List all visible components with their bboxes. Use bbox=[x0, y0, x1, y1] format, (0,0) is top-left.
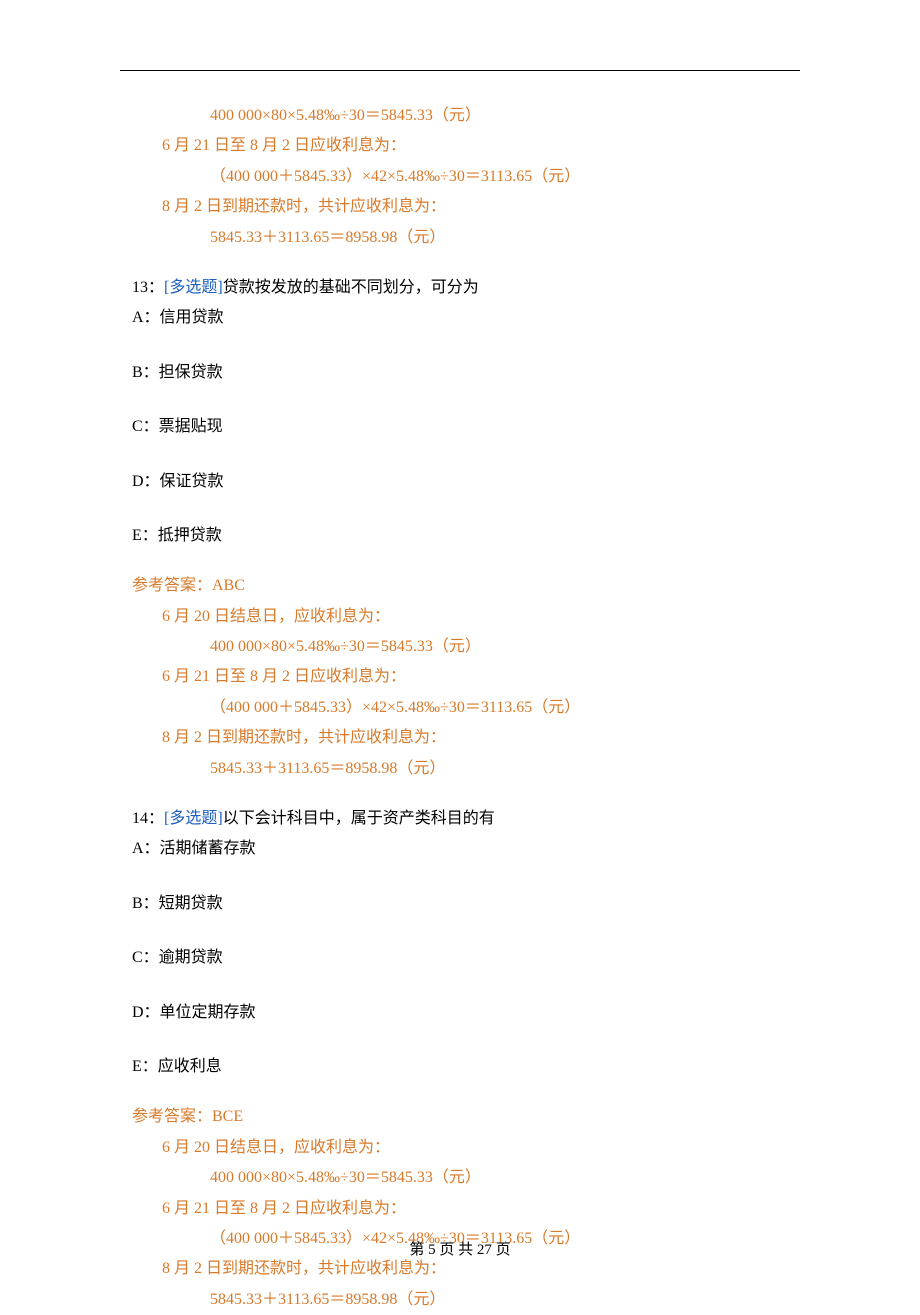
option-d: D：保证贷款 bbox=[132, 467, 800, 497]
calc-line: 400 000×80×5.48‰÷30＝5845.33（元） bbox=[210, 101, 800, 131]
option-a: A：信用贷款 bbox=[132, 303, 800, 333]
calc-line: 400 000×80×5.48‰÷30＝5845.33（元） bbox=[210, 632, 800, 662]
calc-line: 400 000×80×5.48‰÷30＝5845.33（元） bbox=[210, 1163, 800, 1193]
calc-line: 6 月 21 日至 8 月 2 日应收利息为： bbox=[162, 662, 800, 692]
calc-line: 8 月 2 日到期还款时，共计应收利息为： bbox=[162, 192, 800, 222]
question-tag: [多选题] bbox=[164, 810, 223, 827]
calc-line: 6 月 20 日结息日，应收利息为： bbox=[162, 1133, 800, 1163]
question-13: 13：[多选题]贷款按发放的基础不同划分，可分为 A：信用贷款 B：担保贷款 C… bbox=[132, 273, 800, 551]
page: 400 000×80×5.48‰÷30＝5845.33（元） 6 月 21 日至… bbox=[0, 0, 920, 1302]
calc-line: 5845.33＋3113.65＝8958.98（元） bbox=[210, 223, 800, 253]
calc-line: （400 000＋5845.33）×42×5.48‰÷30＝3113.65（元） bbox=[210, 693, 800, 723]
option-a: A：活期储蓄存款 bbox=[132, 834, 800, 864]
question-stem: 13：[多选题]贷款按发放的基础不同划分，可分为 bbox=[132, 273, 800, 303]
page-footer: 第 5 页 共 27 页 bbox=[0, 1236, 920, 1265]
question-tag: [多选题] bbox=[164, 279, 223, 296]
question-stem: 14：[多选题]以下会计科目中，属于资产类科目的有 bbox=[132, 804, 800, 834]
calc-line: 6 月 21 日至 8 月 2 日应收利息为： bbox=[162, 131, 800, 161]
option-d: D：单位定期存款 bbox=[132, 998, 800, 1028]
calc-line: （400 000＋5845.33）×42×5.48‰÷30＝3113.65（元） bbox=[210, 162, 800, 192]
question-14: 14：[多选题]以下会计科目中，属于资产类科目的有 A：活期储蓄存款 B：短期贷… bbox=[132, 804, 800, 1082]
option-b: B：担保贷款 bbox=[132, 358, 800, 388]
horizontal-rule bbox=[120, 70, 800, 71]
question-number: 14： bbox=[132, 810, 164, 827]
option-b: B：短期贷款 bbox=[132, 889, 800, 919]
calc-line: 5845.33＋3113.65＝8958.98（元） bbox=[210, 754, 800, 784]
option-c: C：逾期贷款 bbox=[132, 943, 800, 973]
calc-line: 8 月 2 日到期还款时，共计应收利息为： bbox=[162, 723, 800, 753]
question-number: 13： bbox=[132, 279, 164, 296]
option-e: E：应收利息 bbox=[132, 1052, 800, 1082]
answer-block-13: 参考答案：ABC 6 月 20 日结息日，应收利息为： 400 000×80×5… bbox=[132, 571, 800, 784]
calc-line: 5845.33＋3113.65＝8958.98（元） bbox=[210, 1285, 800, 1315]
content-area: 400 000×80×5.48‰÷30＝5845.33（元） 6 月 21 日至… bbox=[132, 101, 800, 1315]
question-text: 贷款按发放的基础不同划分，可分为 bbox=[223, 279, 479, 296]
option-e: E：抵押贷款 bbox=[132, 521, 800, 551]
calc-line: 6 月 20 日结息日，应收利息为： bbox=[162, 602, 800, 632]
answer-text: 参考答案：BCE bbox=[132, 1102, 800, 1132]
option-c: C：票据贴现 bbox=[132, 412, 800, 442]
question-text: 以下会计科目中，属于资产类科目的有 bbox=[223, 810, 495, 827]
calc-block-top: 400 000×80×5.48‰÷30＝5845.33（元） 6 月 21 日至… bbox=[132, 101, 800, 253]
calc-line: 6 月 21 日至 8 月 2 日应收利息为： bbox=[162, 1194, 800, 1224]
answer-text: 参考答案：ABC bbox=[132, 571, 800, 601]
answer-block-14: 参考答案：BCE 6 月 20 日结息日，应收利息为： 400 000×80×5… bbox=[132, 1102, 800, 1315]
